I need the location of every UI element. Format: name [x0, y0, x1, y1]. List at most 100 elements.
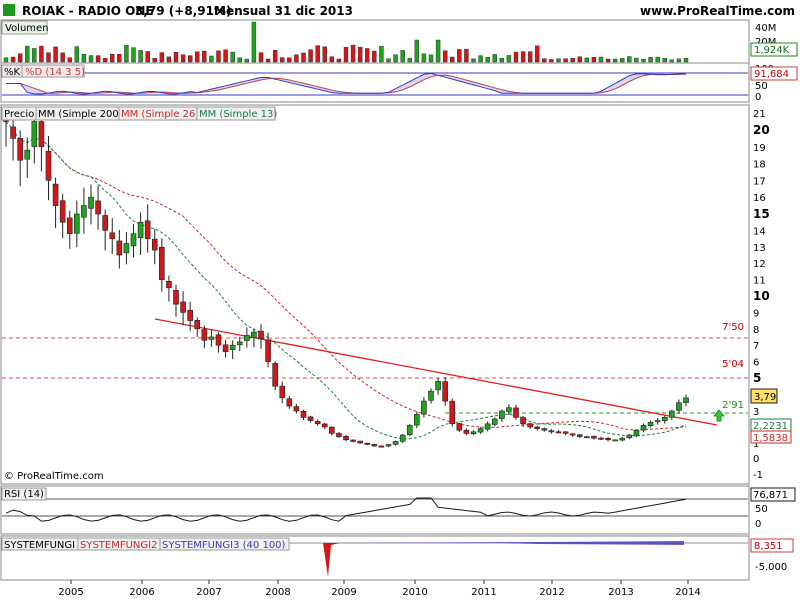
volume-bar	[131, 47, 136, 63]
rsi-axis-50: 50	[755, 504, 768, 515]
candle	[442, 381, 448, 402]
system-label-2: SYSTEMFUNGI2	[80, 540, 157, 551]
volume-bar	[17, 53, 23, 63]
candle	[378, 445, 385, 448]
volume-bar	[46, 52, 51, 63]
volume-bar	[159, 52, 165, 63]
candle	[385, 444, 392, 447]
volume-bar	[506, 55, 512, 63]
volume-bar	[173, 52, 179, 63]
candle	[17, 138, 23, 161]
candle	[392, 441, 399, 445]
candle	[343, 435, 349, 441]
candle	[236, 341, 243, 346]
candle	[24, 149, 31, 160]
volume-bar	[655, 56, 660, 63]
candle	[612, 439, 618, 442]
legend-precio: Precio	[4, 109, 34, 120]
candle	[180, 301, 186, 313]
price-axis-tick: 6	[753, 358, 759, 369]
candle	[201, 329, 208, 341]
candle	[173, 290, 179, 305]
volume-bar	[187, 55, 193, 63]
candle	[166, 281, 172, 289]
volume-last-value: 1,924K	[754, 45, 790, 56]
volume-bar	[280, 57, 285, 63]
level-750-label: 7'50	[722, 322, 744, 333]
candle	[449, 400, 456, 425]
volume-bar	[492, 54, 497, 63]
symbol-title: ROIAK - RADIO ONE	[22, 4, 154, 18]
price-axis-tick: 13	[753, 243, 766, 254]
candle	[541, 428, 548, 431]
candle	[272, 363, 278, 387]
candle	[633, 429, 640, 436]
candle	[38, 121, 45, 148]
candle	[647, 421, 654, 427]
candle	[683, 397, 689, 403]
volume-bar	[110, 53, 115, 63]
price-axis-tick: 19	[753, 143, 766, 154]
ma13-value: 2,2231	[753, 421, 788, 432]
candle	[484, 423, 491, 430]
price-axis-tick: 5	[753, 371, 761, 385]
volume-bar	[88, 55, 94, 63]
volume-bar	[549, 59, 554, 63]
volume-bar	[315, 45, 320, 63]
volume-bar	[32, 48, 37, 63]
price-axis-tick: 20	[753, 123, 770, 137]
volume-bar	[648, 57, 653, 63]
volume-bar	[152, 58, 157, 63]
candle	[59, 200, 66, 223]
candle	[619, 437, 626, 441]
volume-bar	[471, 58, 476, 63]
volume-bar	[435, 39, 441, 63]
volume-bar	[244, 58, 250, 63]
site-label: www.ProRealTime.com	[640, 4, 795, 18]
candle	[45, 150, 52, 181]
system-axis-neg5000: -5.000	[755, 562, 787, 573]
candle	[350, 439, 356, 442]
candle	[307, 416, 314, 421]
candle	[265, 339, 271, 362]
chart-type-icon[interactable]	[3, 4, 15, 16]
candle	[74, 213, 80, 234]
volume-bar	[25, 45, 30, 63]
candle	[215, 334, 222, 346]
volume-bar	[577, 56, 582, 63]
price-axis-tick: 21	[753, 109, 766, 120]
volume-bar	[294, 54, 299, 63]
volume-bar	[570, 58, 575, 63]
candle	[456, 423, 463, 431]
price-axis-tick: 3	[753, 407, 759, 418]
candle	[463, 429, 470, 434]
price-axis-tick: 10	[753, 289, 770, 303]
candle	[151, 238, 158, 251]
candle	[591, 436, 597, 439]
volume-bar	[386, 58, 391, 63]
price-axis-tick: 14	[753, 226, 766, 237]
volume-bar	[357, 46, 363, 63]
volume-bar	[195, 51, 200, 63]
candle	[222, 344, 229, 353]
candle	[527, 423, 533, 428]
x-axis-year: 2006	[129, 587, 154, 598]
candle	[95, 200, 101, 215]
volume-bar	[60, 52, 65, 63]
level-504-label: 5'04	[722, 359, 744, 370]
candle	[52, 183, 59, 206]
legend-ma200: MM (Simple 200)	[38, 109, 123, 120]
volume-bar	[393, 54, 398, 63]
rsi-label: RSI (14)	[4, 489, 44, 500]
volume-bar	[620, 58, 625, 63]
volume-bar	[301, 52, 306, 63]
volume-bar	[53, 46, 58, 63]
rsi-axis-0: 0	[755, 519, 761, 530]
volume-bar	[520, 51, 526, 63]
volume-bar	[527, 51, 533, 63]
volume-bar	[223, 49, 228, 63]
volume-bar	[627, 56, 632, 63]
candle	[506, 407, 512, 412]
volume-bar	[598, 56, 604, 63]
volume-bar	[343, 47, 349, 63]
